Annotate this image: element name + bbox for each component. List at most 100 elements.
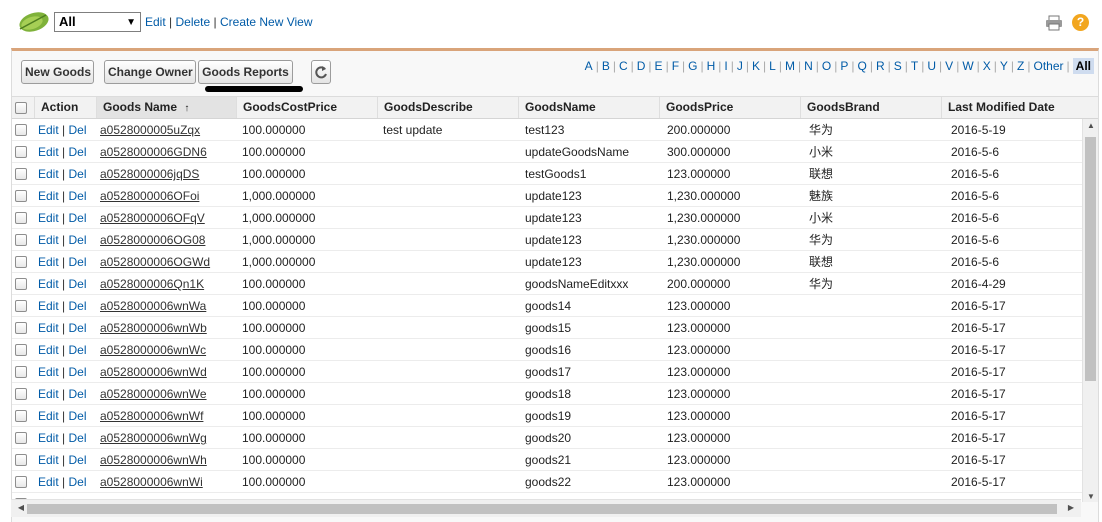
goods-record-link[interactable]: a0528000005uZqx bbox=[100, 123, 200, 137]
goods-record-link[interactable]: a0528000006OGWd bbox=[100, 255, 210, 269]
row-edit-link[interactable]: Edit bbox=[38, 387, 59, 401]
vertical-scroll-thumb[interactable] bbox=[1085, 137, 1096, 381]
row-checkbox[interactable] bbox=[15, 124, 27, 136]
row-checkbox[interactable] bbox=[15, 344, 27, 356]
row-checkbox[interactable] bbox=[15, 168, 27, 180]
alpha-filter-f[interactable]: F bbox=[672, 59, 679, 73]
row-edit-link[interactable]: Edit bbox=[38, 299, 59, 313]
alpha-filter-c[interactable]: C bbox=[619, 59, 628, 73]
column-header-goods-name-field[interactable]: GoodsName bbox=[518, 97, 659, 118]
goods-record-link[interactable]: a0528000006wnWd bbox=[100, 365, 207, 379]
row-edit-link[interactable]: Edit bbox=[38, 321, 59, 335]
alpha-filter-m[interactable]: M bbox=[785, 59, 795, 73]
edit-view-link[interactable]: Edit bbox=[145, 15, 166, 29]
row-delete-link[interactable]: Del bbox=[68, 189, 86, 203]
goods-record-link[interactable]: a0528000006Qn1K bbox=[100, 277, 204, 291]
alpha-filter-w[interactable]: W bbox=[962, 59, 973, 73]
alpha-filter-l[interactable]: L bbox=[769, 59, 776, 73]
row-checkbox[interactable] bbox=[15, 278, 27, 290]
row-edit-link[interactable]: Edit bbox=[38, 475, 59, 489]
create-new-view-link[interactable]: Create New View bbox=[220, 15, 312, 29]
alpha-filter-other[interactable]: Other bbox=[1034, 59, 1064, 73]
row-delete-link[interactable]: Del bbox=[68, 431, 86, 445]
alpha-filter-e[interactable]: E bbox=[655, 59, 663, 73]
column-header-goods-price[interactable]: GoodsPrice bbox=[659, 97, 800, 118]
goods-record-link[interactable]: a0528000006wnWc bbox=[100, 343, 206, 357]
alpha-filter-h[interactable]: H bbox=[707, 59, 716, 73]
row-edit-link[interactable]: Edit bbox=[38, 365, 59, 379]
row-delete-link[interactable]: Del bbox=[68, 409, 86, 423]
row-edit-link[interactable]: Edit bbox=[38, 255, 59, 269]
alpha-filter-j[interactable]: J bbox=[737, 59, 743, 73]
column-header-goods-cost-price[interactable]: GoodsCostPrice bbox=[236, 97, 377, 118]
row-delete-link[interactable]: Del bbox=[68, 211, 86, 225]
vertical-scrollbar[interactable]: ▲ ▼ bbox=[1082, 119, 1098, 502]
row-checkbox[interactable] bbox=[15, 300, 27, 312]
row-edit-link[interactable]: Edit bbox=[38, 453, 59, 467]
alpha-filter-y[interactable]: Y bbox=[1000, 59, 1008, 73]
row-edit-link[interactable]: Edit bbox=[38, 145, 59, 159]
column-header-goods-brand[interactable]: GoodsBrand bbox=[800, 97, 941, 118]
row-edit-link[interactable]: Edit bbox=[38, 431, 59, 445]
row-delete-link[interactable]: Del bbox=[68, 167, 86, 181]
row-checkbox[interactable] bbox=[15, 146, 27, 158]
row-delete-link[interactable]: Del bbox=[68, 365, 86, 379]
row-checkbox[interactable] bbox=[15, 388, 27, 400]
row-checkbox[interactable] bbox=[15, 366, 27, 378]
goods-record-link[interactable]: a0528000006OFqV bbox=[100, 211, 205, 225]
goods-record-link[interactable]: a0528000006wnWf bbox=[100, 409, 203, 423]
goods-record-link[interactable]: a0528000006OFoi bbox=[100, 189, 199, 203]
row-edit-link[interactable]: Edit bbox=[38, 343, 59, 357]
goods-reports-button[interactable]: Goods Reports bbox=[198, 60, 293, 84]
row-delete-link[interactable]: Del bbox=[68, 475, 86, 489]
scroll-down-icon[interactable]: ▼ bbox=[1083, 492, 1098, 501]
refresh-button[interactable] bbox=[311, 60, 331, 84]
row-checkbox[interactable] bbox=[15, 256, 27, 268]
goods-record-link[interactable]: a0528000006wnWi bbox=[100, 475, 203, 489]
row-edit-link[interactable]: Edit bbox=[38, 123, 59, 137]
row-edit-link[interactable]: Edit bbox=[38, 409, 59, 423]
row-edit-link[interactable]: Edit bbox=[38, 211, 59, 225]
row-checkbox[interactable] bbox=[15, 432, 27, 444]
goods-record-link[interactable]: a0528000006wnWa bbox=[100, 299, 206, 313]
row-edit-link[interactable]: Edit bbox=[38, 189, 59, 203]
alpha-filter-g[interactable]: G bbox=[688, 59, 697, 73]
goods-record-link[interactable]: a0528000006jqDS bbox=[100, 167, 199, 181]
column-header-last-modified-date[interactable]: Last Modified Date bbox=[941, 97, 1098, 118]
row-checkbox[interactable] bbox=[15, 234, 27, 246]
row-delete-link[interactable]: Del bbox=[68, 145, 86, 159]
goods-record-link[interactable]: a0528000006wnWg bbox=[100, 431, 207, 445]
row-delete-link[interactable]: Del bbox=[68, 343, 86, 357]
row-edit-link[interactable]: Edit bbox=[38, 277, 59, 291]
row-delete-link[interactable]: Del bbox=[68, 233, 86, 247]
row-delete-link[interactable]: Del bbox=[68, 299, 86, 313]
row-checkbox[interactable] bbox=[15, 212, 27, 224]
row-checkbox[interactable] bbox=[15, 410, 27, 422]
alpha-filter-v[interactable]: V bbox=[945, 59, 953, 73]
row-edit-link[interactable]: Edit bbox=[38, 233, 59, 247]
alpha-filter-a[interactable]: A bbox=[585, 59, 593, 73]
goods-record-link[interactable]: a0528000006GDN6 bbox=[100, 145, 207, 159]
alpha-filter-q[interactable]: Q bbox=[858, 59, 867, 73]
new-goods-button[interactable]: New Goods bbox=[21, 60, 94, 84]
goods-record-link[interactable]: a0528000006wnWe bbox=[100, 387, 207, 401]
row-checkbox[interactable] bbox=[15, 190, 27, 202]
row-checkbox[interactable] bbox=[15, 322, 27, 334]
goods-record-link[interactable]: a0528000006wnWh bbox=[100, 453, 207, 467]
row-checkbox[interactable] bbox=[15, 454, 27, 466]
alpha-filter-all[interactable]: All bbox=[1072, 58, 1094, 74]
alpha-filter-n[interactable]: N bbox=[804, 59, 813, 73]
row-delete-link[interactable]: Del bbox=[68, 277, 86, 291]
goods-record-link[interactable]: a0528000006OG08 bbox=[100, 233, 205, 247]
alpha-filter-o[interactable]: O bbox=[822, 59, 831, 73]
row-delete-link[interactable]: Del bbox=[68, 255, 86, 269]
change-owner-button[interactable]: Change Owner bbox=[104, 60, 196, 84]
column-header-goods-name[interactable]: Goods Name ↑ bbox=[96, 97, 236, 118]
column-header-goods-describe[interactable]: GoodsDescribe bbox=[377, 97, 518, 118]
scroll-right-icon[interactable]: ▶ bbox=[1063, 503, 1079, 512]
alpha-filter-b[interactable]: B bbox=[602, 59, 610, 73]
row-edit-link[interactable]: Edit bbox=[38, 167, 59, 181]
delete-view-link[interactable]: Delete bbox=[176, 15, 211, 29]
horizontal-scrollbar[interactable]: ◀ ▶ bbox=[11, 499, 1081, 517]
scroll-up-icon[interactable]: ▲ bbox=[1083, 121, 1098, 130]
